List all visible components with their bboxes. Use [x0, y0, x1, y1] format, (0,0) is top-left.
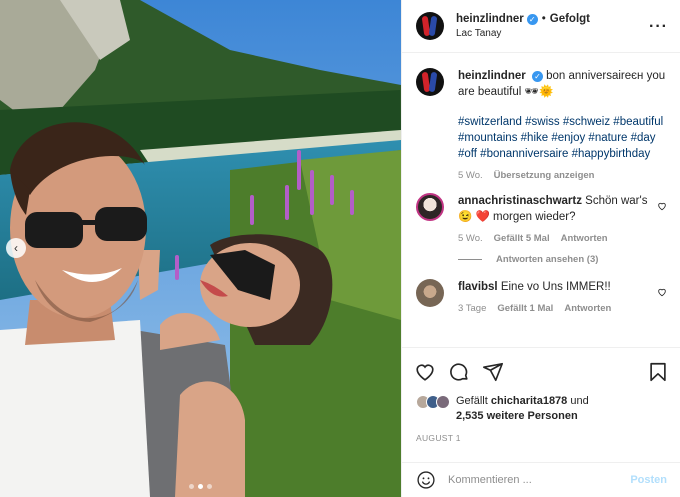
header-text: heinzlindner ✓ • Gefolgt Lac Tanay	[456, 13, 668, 39]
carousel-prev-button[interactable]: ‹	[6, 238, 26, 258]
comment-item: flavibsl Eine vo Uns IMMER!! 3 Tage Gefä…	[416, 279, 667, 314]
comment-body: flavibsl Eine vo Uns IMMER!! 3 Tage Gefä…	[458, 279, 667, 314]
chevron-left-icon: ‹	[14, 241, 18, 255]
caption-body: heinzlindner ✓ bon anniversaireєн you ar…	[458, 68, 667, 181]
comment-meta: 5 Wo. Gefällt 5 Mal Antworten	[458, 233, 651, 244]
likes-others-count[interactable]: 2,535 weitere Personen	[456, 410, 578, 422]
caption-meta: 5 Wo. Übersetzung anzeigen	[458, 170, 667, 181]
bookmark-save-icon[interactable]	[647, 361, 669, 383]
selfie-image	[0, 0, 401, 497]
carousel-dot	[189, 484, 194, 489]
comment-likes[interactable]: Gefällt 1 Mal	[497, 303, 553, 314]
share-send-icon[interactable]	[482, 361, 504, 383]
comment-text-line: flavibsl Eine vo Uns IMMER!!	[458, 279, 651, 295]
post-actions	[402, 347, 680, 395]
verified-badge-icon: ✓	[531, 71, 543, 82]
replies-divider	[458, 259, 482, 260]
comment-age[interactable]: 3 Tage	[458, 303, 486, 314]
like-heart-icon[interactable]	[414, 361, 436, 383]
liker-avatar	[436, 395, 450, 409]
likes-summary: Gefällt chicharita1878 und 2,535 weitere…	[416, 394, 589, 424]
commenter-avatar[interactable]	[416, 193, 444, 221]
comment-like-heart-icon[interactable]	[657, 287, 667, 297]
likes-joiner: und	[567, 395, 589, 407]
liker-username[interactable]: chicharita1878	[491, 395, 567, 407]
comment-text: Eine vo Uns IMMER!!	[497, 281, 611, 293]
comment-composer: Posten	[402, 462, 680, 497]
caption-age[interactable]: 5 Wo.	[458, 170, 483, 181]
post-photo[interactable]: ‹	[0, 0, 401, 497]
verified-badge-icon: ✓	[526, 13, 538, 25]
comment-item: annachristinaschwartz Schön war's 😉 ❤️ m…	[416, 193, 667, 244]
comment-bubble-icon[interactable]	[448, 361, 470, 383]
post-side-panel: heinzlindner ✓ • Gefolgt Lac Tanay ··· h…	[401, 0, 680, 497]
location-link[interactable]: Lac Tanay	[456, 28, 668, 39]
comment-input[interactable]	[448, 474, 631, 486]
view-replies-button[interactable]: Antworten ansehen (3)	[458, 254, 667, 265]
more-horizontal-icon[interactable]: ···	[649, 18, 668, 36]
commenter-avatar[interactable]	[416, 279, 444, 307]
caption-text-line: heinzlindner ✓ bon anniversaireєн you ar…	[458, 68, 667, 100]
comment-username[interactable]: flavibsl	[458, 281, 498, 293]
likes-text[interactable]: Gefällt chicharita1878 und 2,535 weitere…	[456, 394, 589, 424]
emoji-smiley-icon[interactable]	[416, 470, 436, 490]
author-avatar[interactable]	[416, 12, 444, 40]
carousel-indicator	[0, 484, 401, 489]
post-modal: ‹ heinzlindner ✓ • Gefolgt Lac Tanay ···	[0, 0, 680, 497]
comment-likes[interactable]: Gefällt 5 Mal	[494, 233, 550, 244]
post-date[interactable]: AUGUST 1	[416, 433, 461, 443]
comment-age[interactable]: 5 Wo.	[458, 233, 483, 244]
translate-button[interactable]: Übersetzung anzeigen	[494, 170, 595, 181]
caption: heinzlindner ✓ bon anniversaireєн you ar…	[416, 68, 667, 181]
comment-username[interactable]: annachristinaschwartz	[458, 195, 582, 207]
comment-meta: 3 Tage Gefällt 1 Mal Antworten	[458, 303, 651, 314]
author-username[interactable]: heinzlindner	[456, 13, 524, 25]
comment-body: annachristinaschwartz Schön war's 😉 ❤️ m…	[458, 193, 667, 244]
post-comment-button[interactable]: Posten	[630, 474, 667, 486]
post-header: heinzlindner ✓ • Gefolgt Lac Tanay ···	[402, 0, 680, 53]
likes-prefix: Gefällt	[456, 395, 491, 407]
caption-avatar[interactable]	[416, 68, 444, 96]
comment-text-line: annachristinaschwartz Schön war's 😉 ❤️ m…	[458, 193, 651, 225]
comment-reply-button[interactable]: Antworten	[561, 233, 608, 244]
comment-reply-button[interactable]: Antworten	[564, 303, 611, 314]
caption-username[interactable]: heinzlindner	[458, 70, 526, 82]
header-separator: •	[541, 13, 546, 25]
carousel-dot	[207, 484, 212, 489]
follow-status-button[interactable]: Gefolgt	[550, 13, 590, 25]
caption-hashtags[interactable]: #switzerland #swiss #schweiz #beautiful …	[458, 114, 667, 162]
header-line: heinzlindner ✓ • Gefolgt	[456, 13, 668, 25]
view-replies-label: Antworten ansehen (3)	[496, 254, 599, 265]
carousel-dot-active	[198, 484, 203, 489]
comment-like-heart-icon[interactable]	[657, 201, 667, 211]
liker-avatars	[416, 395, 450, 409]
comments-list[interactable]: heinzlindner ✓ bon anniversaireєн you ar…	[402, 54, 680, 346]
